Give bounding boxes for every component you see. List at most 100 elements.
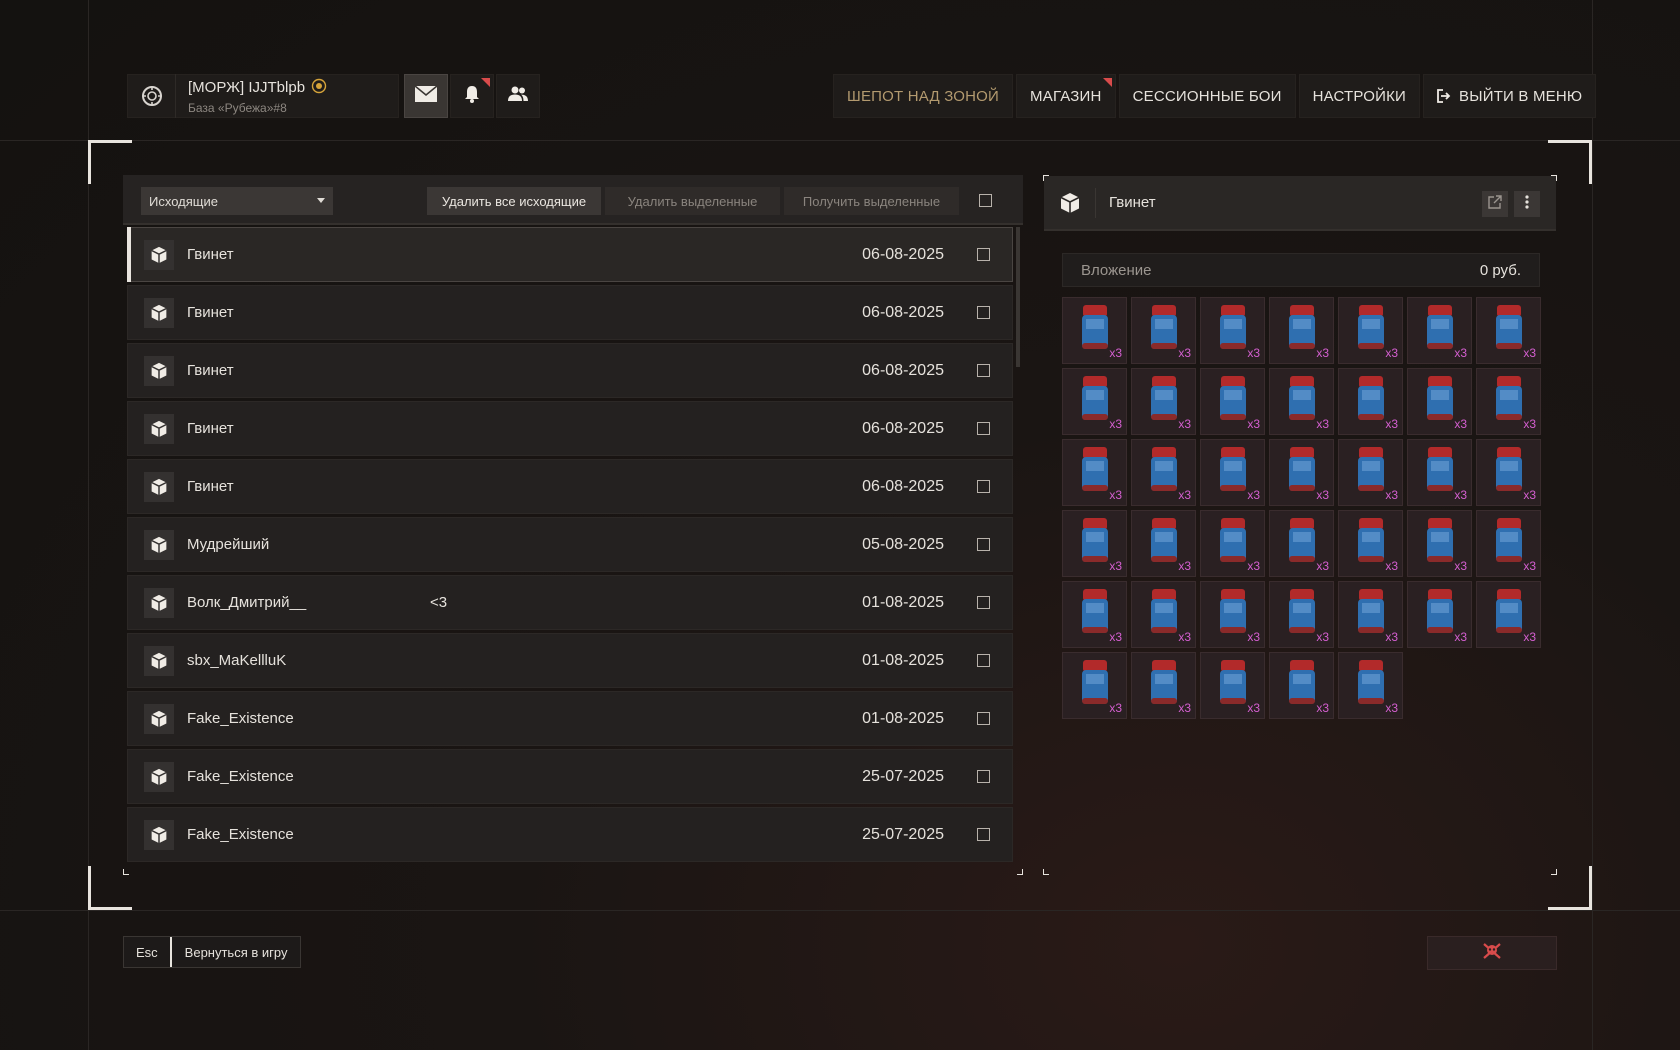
attachment-item-slot[interactable]: x3 bbox=[1476, 439, 1541, 506]
mail-date: 06-08-2025 bbox=[862, 245, 944, 263]
mail-row[interactable]: Гвинет 06-08-2025 bbox=[127, 227, 1013, 282]
mail-row-checkbox[interactable] bbox=[977, 654, 990, 667]
notifications-button[interactable] bbox=[450, 74, 494, 118]
nav-shop-button[interactable]: МАГАЗИН bbox=[1016, 74, 1116, 118]
mail-row-checkbox[interactable] bbox=[977, 422, 990, 435]
attachment-item-slot[interactable]: x3 bbox=[1407, 368, 1472, 435]
mail-button[interactable] bbox=[404, 74, 448, 118]
mail-row-checkbox[interactable] bbox=[977, 596, 990, 609]
mail-row-checkbox[interactable] bbox=[977, 480, 990, 493]
attachment-item-slot[interactable]: x3 bbox=[1407, 297, 1472, 364]
profile-card[interactable]: [МОРЖ] IJJTblpb База «Рубежа»#8 bbox=[127, 74, 399, 118]
mail-row[interactable]: Fake_Existence 25-07-2025 bbox=[127, 807, 1013, 862]
attachment-item-slot[interactable]: x3 bbox=[1338, 510, 1403, 577]
mail-toolbar: Исходящие Удалить все исходящие Удалить … bbox=[123, 175, 1023, 225]
mail-row[interactable]: Гвинет 06-08-2025 bbox=[127, 459, 1013, 514]
attachment-item-slot[interactable]: x3 bbox=[1062, 368, 1127, 435]
back-to-game-button[interactable]: Esc Вернуться в игру bbox=[123, 936, 302, 968]
delete-all-button[interactable]: Удалить все исходящие bbox=[427, 187, 601, 215]
report-button[interactable] bbox=[1427, 936, 1557, 970]
attachment-item-slot[interactable]: x3 bbox=[1200, 510, 1265, 577]
mail-row-checkbox[interactable] bbox=[977, 248, 990, 261]
attachment-item-slot[interactable]: x3 bbox=[1476, 581, 1541, 648]
package-icon bbox=[1044, 187, 1096, 218]
attachment-item-slot[interactable]: x3 bbox=[1338, 297, 1403, 364]
attachment-item-slot[interactable]: x3 bbox=[1131, 368, 1196, 435]
attachment-item-slot[interactable]: x3 bbox=[1200, 581, 1265, 648]
attachment-item-slot[interactable]: x3 bbox=[1200, 652, 1265, 719]
attachment-item-slot[interactable]: x3 bbox=[1131, 439, 1196, 506]
folder-select[interactable]: Исходящие bbox=[141, 187, 333, 215]
receive-selected-button[interactable]: Получить выделенные bbox=[784, 187, 959, 215]
attachment-item-slot[interactable]: x3 bbox=[1131, 581, 1196, 648]
mail-date: 01-08-2025 bbox=[862, 709, 944, 727]
mail-row[interactable]: Гвинет 06-08-2025 bbox=[127, 343, 1013, 398]
mail-sender: Гвинет bbox=[187, 246, 234, 263]
item-canister-icon bbox=[1147, 374, 1181, 429]
player-nickname: [МОРЖ] IJJTblpb bbox=[188, 79, 306, 96]
mail-row-checkbox[interactable] bbox=[977, 770, 990, 783]
attachment-item-slot[interactable]: x3 bbox=[1338, 652, 1403, 719]
attachment-item-slot[interactable]: x3 bbox=[1269, 510, 1334, 577]
attachment-item-slot[interactable]: x3 bbox=[1269, 297, 1334, 364]
nav-exit-button[interactable]: ВЫЙТИ В МЕНЮ bbox=[1423, 74, 1597, 118]
item-quantity: x3 bbox=[1454, 488, 1467, 502]
item-quantity: x3 bbox=[1247, 701, 1260, 715]
nav-settings-button[interactable]: НАСТРОЙКИ bbox=[1298, 74, 1421, 118]
open-external-button[interactable] bbox=[1482, 191, 1508, 217]
mail-sender: Гвинет bbox=[187, 420, 234, 437]
attachment-item-slot[interactable]: x3 bbox=[1269, 652, 1334, 719]
attachment-item-slot[interactable]: x3 bbox=[1269, 439, 1334, 506]
select-all-checkbox[interactable] bbox=[979, 194, 992, 207]
attachment-item-slot[interactable]: x3 bbox=[1407, 439, 1472, 506]
delete-selected-button[interactable]: Удалить выделенные bbox=[605, 187, 780, 215]
mail-row[interactable]: sbx_MaKellluK 01-08-2025 bbox=[127, 633, 1013, 688]
package-icon bbox=[144, 704, 174, 734]
attachment-item-slot[interactable]: x3 bbox=[1062, 439, 1127, 506]
attachment-item-slot[interactable]: x3 bbox=[1269, 581, 1334, 648]
attachment-item-slot[interactable]: x3 bbox=[1200, 439, 1265, 506]
nav-session-fights-button[interactable]: СЕССИОННЫЕ БОИ bbox=[1118, 74, 1296, 118]
attachment-item-slot[interactable]: x3 bbox=[1269, 368, 1334, 435]
attachment-item-slot[interactable]: x3 bbox=[1131, 297, 1196, 364]
mail-row[interactable]: Гвинет 06-08-2025 bbox=[127, 285, 1013, 340]
attachment-item-slot[interactable]: x3 bbox=[1338, 368, 1403, 435]
mail-row[interactable]: Мудрейший 05-08-2025 bbox=[127, 517, 1013, 572]
mail-row-checkbox[interactable] bbox=[977, 538, 990, 551]
mail-row-checkbox[interactable] bbox=[977, 364, 990, 377]
item-canister-icon bbox=[1216, 374, 1250, 429]
attachment-item-slot[interactable]: x3 bbox=[1131, 652, 1196, 719]
attachment-item-slot[interactable]: x3 bbox=[1200, 297, 1265, 364]
attachment-item-slot[interactable]: x3 bbox=[1338, 581, 1403, 648]
attachment-item-slot[interactable]: x3 bbox=[1062, 581, 1127, 648]
attachment-item-slot[interactable]: x3 bbox=[1338, 439, 1403, 506]
friends-button[interactable] bbox=[496, 74, 540, 118]
more-options-button[interactable] bbox=[1514, 191, 1540, 217]
attachment-item-slot[interactable]: x3 bbox=[1407, 510, 1472, 577]
mail-sender: Fake_Existence bbox=[187, 826, 294, 843]
attachment-item-slot[interactable]: x3 bbox=[1200, 368, 1265, 435]
scrollbar-thumb[interactable] bbox=[1016, 227, 1020, 367]
package-icon bbox=[144, 530, 174, 560]
item-canister-icon bbox=[1354, 374, 1388, 429]
attachment-item-slot[interactable]: x3 bbox=[1062, 652, 1127, 719]
mail-row-checkbox[interactable] bbox=[977, 828, 990, 841]
attachment-item-slot[interactable]: x3 bbox=[1131, 510, 1196, 577]
attachment-item-slot[interactable]: x3 bbox=[1476, 510, 1541, 577]
nav-whisper-button[interactable]: ШЕПОТ НАД ЗОНОЙ bbox=[833, 74, 1014, 118]
mail-row[interactable]: Гвинет 06-08-2025 bbox=[127, 401, 1013, 456]
attachment-item-slot[interactable]: x3 bbox=[1476, 368, 1541, 435]
attachment-item-slot[interactable]: x3 bbox=[1407, 581, 1472, 648]
attachment-item-slot[interactable]: x3 bbox=[1062, 297, 1127, 364]
mail-row[interactable]: Fake_Existence 25-07-2025 bbox=[127, 749, 1013, 804]
item-quantity: x3 bbox=[1385, 630, 1398, 644]
item-canister-icon bbox=[1492, 445, 1526, 500]
mail-row[interactable]: Fake_Existence 01-08-2025 bbox=[127, 691, 1013, 746]
mail-row-checkbox[interactable] bbox=[977, 712, 990, 725]
mail-row-checkbox[interactable] bbox=[977, 306, 990, 319]
package-icon bbox=[144, 356, 174, 386]
mail-row[interactable]: Волк_Дмитрий__ <3 01-08-2025 bbox=[127, 575, 1013, 630]
attachment-item-slot[interactable]: x3 bbox=[1062, 510, 1127, 577]
item-quantity: x3 bbox=[1385, 488, 1398, 502]
attachment-item-slot[interactable]: x3 bbox=[1476, 297, 1541, 364]
